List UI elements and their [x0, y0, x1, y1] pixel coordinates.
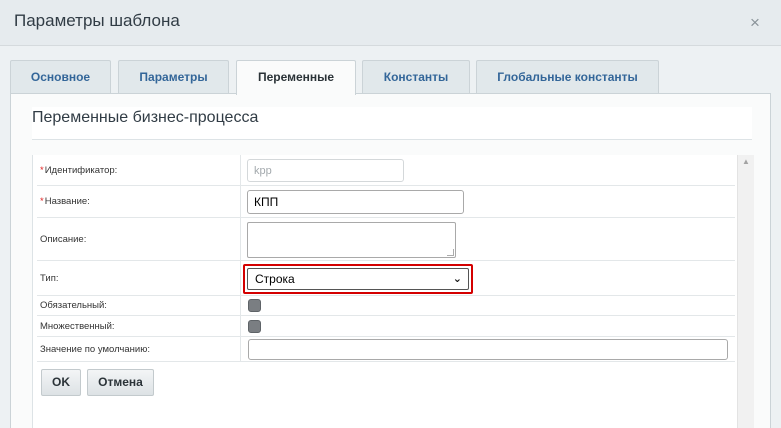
row-multiple: Множественный: [37, 316, 735, 337]
name-input[interactable]: КПП [247, 190, 464, 214]
dialog-title: Параметры шаблона [14, 11, 180, 30]
type-select-value: Строка [255, 272, 295, 286]
required-mark: * [40, 164, 44, 176]
name-label: * Название: [37, 186, 241, 217]
type-label: Тип: [37, 261, 241, 295]
required-mark: * [40, 196, 44, 207]
multiple-label: Множественный: [37, 316, 241, 336]
row-required: Обязательный: [37, 296, 735, 316]
tab-main[interactable]: Основное [10, 60, 111, 94]
type-select-highlight: Строка ⌄ [243, 264, 473, 294]
default-value-label: Значение по умолчанию: [37, 337, 241, 361]
ok-button[interactable]: OK [41, 369, 81, 396]
tab-global-constants[interactable]: Глобальные константы [476, 60, 659, 94]
resize-handle-icon[interactable] [447, 249, 454, 256]
required-checkbox[interactable] [248, 299, 261, 312]
scrollbar[interactable]: ▲ [737, 155, 754, 428]
row-default-value: Значение по умолчанию: [37, 337, 735, 362]
chevron-down-icon: ⌄ [452, 273, 462, 285]
scroll-up-icon[interactable]: ▲ [742, 157, 750, 166]
dialog-header: Параметры шаблона × [0, 0, 781, 46]
identifier-input[interactable]: kpp [247, 159, 404, 182]
identifier-label-text: Идентификатор: [44, 164, 118, 176]
cancel-button[interactable]: Отмена [87, 369, 154, 396]
identifier-label: * Идентификатор: [37, 155, 241, 185]
row-type: Тип: Строка ⌄ [37, 261, 735, 296]
multiple-checkbox[interactable] [248, 320, 261, 333]
row-identifier: * Идентификатор: kpp [37, 155, 735, 186]
close-icon[interactable]: × [744, 12, 766, 34]
tab-parameters[interactable]: Параметры [118, 60, 229, 94]
required-label: Обязательный: [37, 296, 241, 315]
name-label-text: Название: [44, 196, 90, 207]
description-textarea[interactable] [247, 222, 456, 258]
form-container: * Идентификатор: kpp * Название: КПП Опи… [32, 155, 754, 428]
type-select[interactable]: Строка ⌄ [247, 268, 469, 290]
row-description: Описание: [37, 218, 735, 261]
tabs-area: Основное Параметры Переменные Константы … [0, 46, 781, 428]
row-name: * Название: КПП [37, 186, 735, 218]
tab-variables[interactable]: Переменные [236, 60, 356, 95]
tab-panel: Переменные бизнес-процесса * Идентификат… [10, 93, 771, 428]
tab-constants[interactable]: Константы [362, 60, 470, 94]
description-label: Описание: [37, 218, 241, 260]
default-value-input[interactable] [248, 339, 728, 360]
section-title: Переменные бизнес-процесса [32, 107, 752, 140]
